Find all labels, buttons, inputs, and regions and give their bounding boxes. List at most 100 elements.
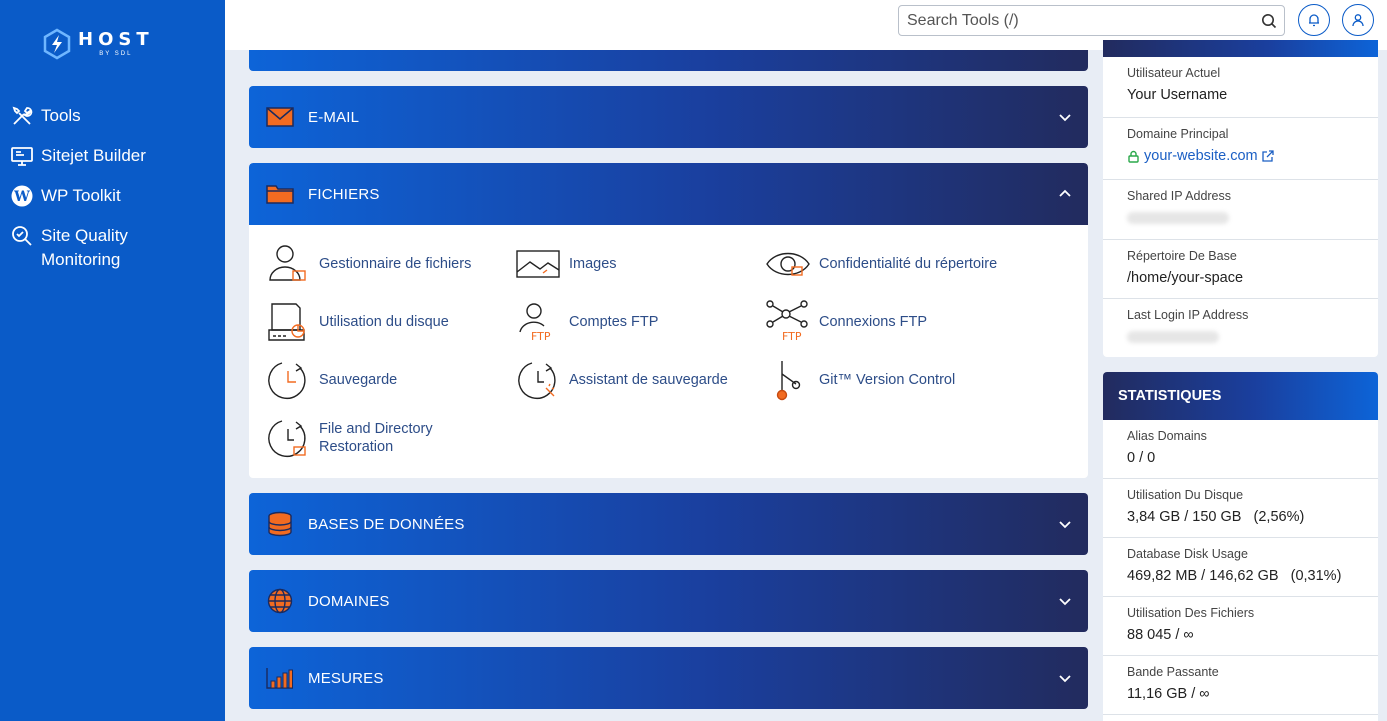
info-label: Last Login IP Address — [1127, 308, 1249, 322]
tool-git-version-control[interactable]: Git™ Version Control — [766, 358, 955, 402]
tool-directory-privacy[interactable]: Confidentialité du répertoire — [766, 242, 997, 286]
chevron-down-icon — [1059, 521, 1071, 529]
redacted-value — [1127, 331, 1219, 343]
stat-label: Bande Passante — [1127, 665, 1219, 679]
backup-wizard-icon — [518, 362, 556, 400]
backup-clock-icon — [268, 362, 306, 400]
logo-bolt-icon — [43, 28, 71, 60]
tool-disk-usage[interactable]: Utilisation du disque — [266, 300, 449, 344]
panel-metrics[interactable]: MESURES — [249, 647, 1088, 709]
search-box — [898, 5, 1285, 36]
stat-label: Utilisation Du Disque — [1127, 488, 1244, 502]
tool-file-manager[interactable]: Gestionnaire de fichiers — [266, 242, 471, 286]
database-icon — [268, 511, 292, 537]
tool-label: Gestionnaire de fichiers — [319, 256, 472, 272]
envelope-icon — [266, 107, 294, 127]
info-label: Shared IP Address — [1127, 189, 1232, 203]
lock-icon — [1128, 150, 1139, 163]
chevron-down-icon — [1059, 675, 1071, 683]
disk-usage-icon — [268, 303, 305, 341]
svg-text:W: W — [13, 189, 30, 205]
info-row-home-dir: Répertoire De Base /home/your-space — [1103, 240, 1378, 299]
chevron-down-icon — [1059, 114, 1071, 122]
stat-row: Bande Passante 11,16 GB / ∞ — [1103, 656, 1378, 715]
sidebar-item-wp-toolkit[interactable]: W WP Toolkit — [0, 184, 225, 208]
tool-label: Utilisation du disque — [319, 314, 449, 330]
monitor-icon — [11, 147, 33, 166]
folder-icon — [266, 185, 294, 204]
user-icon — [1352, 14, 1364, 27]
info-value: Your Username — [1127, 87, 1228, 103]
search-icon[interactable] — [1254, 6, 1284, 35]
tool-label: Comptes FTP — [569, 314, 659, 330]
eye-icon — [766, 252, 810, 276]
redacted-value — [1127, 212, 1229, 224]
sidebar-item-site-quality[interactable]: Site Quality Monitoring — [0, 224, 225, 272]
notifications-button[interactable] — [1298, 4, 1330, 36]
panel-domains[interactable]: DOMAINES — [249, 570, 1088, 632]
globe-icon — [267, 588, 293, 614]
tool-backup-wizard[interactable]: Assistant de sauvegarde — [516, 358, 728, 402]
panel-files-expanded: FICHIERS Gestionnaire de fichiers Images… — [249, 163, 1088, 478]
chevron-down-icon — [1059, 598, 1071, 606]
bar-chart-icon — [266, 668, 293, 689]
panel-files[interactable]: FICHIERS — [249, 163, 1088, 225]
external-link-icon — [1261, 150, 1274, 162]
info-label: Utilisateur Actuel — [1127, 66, 1221, 80]
stat-label: Alias Domains — [1127, 429, 1207, 443]
panel-email[interactable]: E-MAIL — [249, 86, 1088, 148]
ftp-badge: FTP — [782, 330, 802, 343]
ftp-connections-icon: FTP — [766, 300, 808, 343]
sidebar-item-label: WP Toolkit — [41, 186, 121, 205]
search-input[interactable] — [899, 6, 1254, 35]
tool-backup[interactable]: Sauvegarde — [266, 358, 397, 402]
tools-icon — [12, 106, 33, 125]
image-icon — [516, 250, 560, 278]
stat-value: 88 045 / ∞ — [1127, 627, 1194, 643]
tool-images[interactable]: Images — [516, 242, 617, 286]
tool-ftp-connections[interactable]: FTP Connexions FTP — [766, 300, 927, 344]
ftp-accounts-icon: FTP — [519, 303, 551, 343]
tool-label: Sauvegarde — [319, 372, 398, 388]
info-value: /home/your-space — [1127, 270, 1244, 286]
tool-label: File and Directory Restoration — [319, 421, 433, 455]
panel-databases[interactable]: BASES DE DONNÉES — [249, 493, 1088, 555]
collapsed-panel-top[interactable] — [249, 50, 1088, 71]
info-label: Domaine Principal — [1127, 127, 1229, 141]
tool-ftp-accounts[interactable]: FTP Comptes FTP — [516, 300, 658, 344]
stat-row: Utilisation Des Fichiers 88 045 / ∞ — [1103, 597, 1378, 656]
brand-logo[interactable]: HOST BY SDL — [42, 26, 154, 62]
stat-value: 11,16 GB / ∞ — [1127, 686, 1210, 702]
sidebar-item-tools[interactable]: Tools — [0, 104, 225, 128]
sidebar-nav: Tools Sitejet Builder W WP Toolkit Site … — [0, 104, 225, 288]
info-row-current-user: Utilisateur Actuel Your Username — [1103, 57, 1378, 118]
panel-title: E-MAIL — [308, 108, 360, 126]
info-label: Répertoire De Base — [1127, 249, 1237, 263]
ftp-badge: FTP — [531, 330, 551, 343]
restore-clock-icon — [268, 420, 306, 458]
panel-title: DOMAINES — [308, 592, 390, 610]
user-menu-button[interactable] — [1342, 4, 1374, 36]
stat-value: 469,82 MB / 146,62 GB (0,31%) — [1127, 568, 1342, 584]
sidebar: HOST BY SDL Tools Sitejet Builder W WP T… — [0, 0, 225, 721]
general-info-card: Utilisateur Actuel Your Username Domaine… — [1103, 40, 1378, 357]
tool-file-directory-restoration[interactable]: File and Directory Restoration — [266, 416, 449, 460]
stat-label: Utilisation Des Fichiers — [1127, 606, 1255, 620]
bell-icon — [1309, 14, 1319, 27]
info-row-shared-ip: Shared IP Address — [1103, 180, 1378, 240]
main-domain-text: your-website.com — [1144, 148, 1258, 164]
stat-value: 0 / 0 — [1127, 450, 1156, 466]
git-branch-icon — [776, 361, 801, 401]
tool-label: Confidentialité du répertoire — [819, 256, 998, 272]
sidebar-item-label: Sitejet Builder — [41, 146, 146, 165]
statistics-title: STATISTIQUES — [1103, 372, 1378, 420]
sidebar-item-sitejet[interactable]: Sitejet Builder — [0, 144, 225, 168]
panel-title: FICHIERS — [308, 185, 380, 203]
tool-label: Images — [569, 256, 617, 272]
brand-name: HOST — [78, 29, 154, 50]
main-domain-link[interactable]: your-website.com — [1127, 148, 1378, 164]
magnifier-check-icon — [12, 226, 32, 246]
chevron-up-icon — [1059, 189, 1071, 197]
wordpress-icon: W — [11, 185, 33, 207]
brand-sub: BY SDL — [99, 51, 133, 57]
